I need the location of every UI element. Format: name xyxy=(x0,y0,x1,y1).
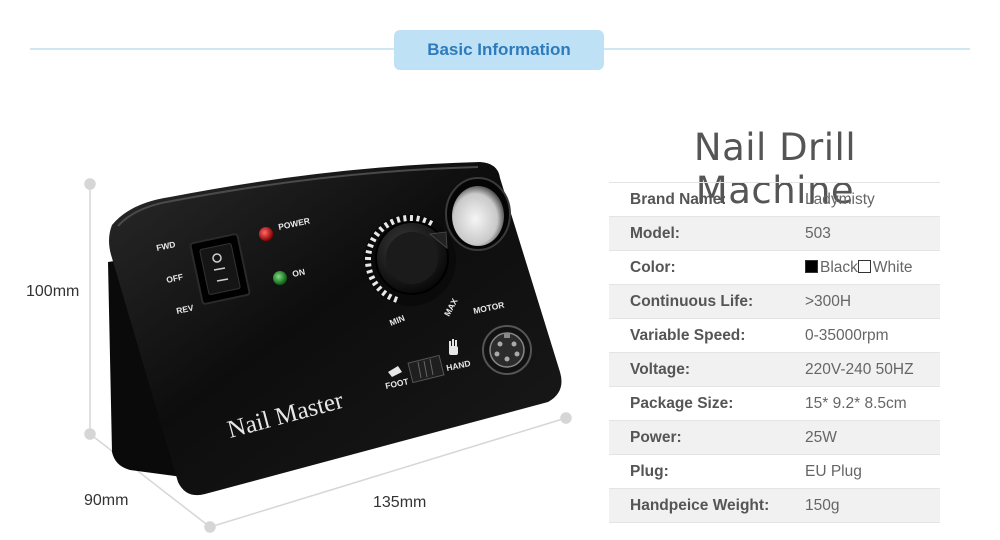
spec-row: Brand Name: Ladymisty xyxy=(609,182,940,217)
nail-drill-device: FWD OFF REV POWER ON MIN MAX MOTOR FOOT … xyxy=(108,162,562,496)
speed-dial xyxy=(364,214,456,306)
power-led-icon xyxy=(259,227,273,241)
spec-value: 503 xyxy=(805,216,940,251)
depth-dimension: 90mm xyxy=(84,492,129,509)
dial-tick xyxy=(365,263,372,267)
handpiece-holder xyxy=(445,177,511,251)
spec-value: EU Plug xyxy=(805,454,940,489)
spec-row: Power: 25W xyxy=(609,420,940,455)
spec-value: 25W xyxy=(805,420,940,455)
dial-tick xyxy=(393,296,399,303)
spec-table-body: Brand Name: Ladymisty Model: 503 Color: Black… xyxy=(609,182,940,523)
on-led-icon xyxy=(273,271,287,285)
spec-label: Color: xyxy=(609,250,805,285)
height-dimension: 100mm xyxy=(26,283,80,300)
spec-label: Continuous Life: xyxy=(609,284,805,319)
spec-row: Package Size: 15* 9.2* 8.5cm xyxy=(609,386,940,421)
spec-row: Voltage: 220V-240 50HZ xyxy=(609,352,940,387)
spec-row: Handpeice Weight: 150g xyxy=(609,488,940,523)
spec-label: Voltage: xyxy=(609,352,805,387)
spec-label: Model: xyxy=(609,216,805,251)
dial-tick xyxy=(367,243,374,249)
spec-value: >300H xyxy=(805,284,940,319)
dial-tick xyxy=(421,217,427,224)
color-option-label: White xyxy=(872,258,913,276)
spec-label: Plug: xyxy=(609,454,805,489)
spec-row: Color: Black White xyxy=(609,250,940,285)
width-dimension: 135mm xyxy=(373,494,427,511)
spec-row: Continuous Life: >300H xyxy=(609,284,940,319)
color-swatch-icon xyxy=(805,259,818,273)
dial-tick xyxy=(365,249,373,255)
spec-row: Plug: EU Plug xyxy=(609,454,940,489)
color-option-label: Black xyxy=(820,258,858,276)
spec-label: Handpeice Weight: xyxy=(609,488,805,523)
spec-value: Black White xyxy=(805,250,940,285)
motor-socket xyxy=(482,325,532,375)
dial-tick xyxy=(366,269,373,274)
dial-tick xyxy=(403,215,407,222)
hand-icon xyxy=(449,339,458,355)
spec-label: Brand Name: xyxy=(609,182,805,217)
spec-value: Ladymisty xyxy=(805,182,940,217)
spec-value: 220V-240 50HZ xyxy=(805,352,940,387)
spec-value: 0-35000rpm xyxy=(805,318,940,353)
spec-table: Brand Name: Ladymisty Model: 503 Color: Black… xyxy=(609,182,940,523)
spec-value: 150g xyxy=(805,488,940,523)
spec-value: 15* 9.2* 8.5cm xyxy=(805,386,940,421)
spec-label: Package Size: xyxy=(609,386,805,421)
spec-label: Power: xyxy=(609,420,805,455)
spec-row: Variable Speed: 0-35000rpm xyxy=(609,318,940,353)
spec-row: Model: 503 xyxy=(609,216,940,251)
color-swatch-icon xyxy=(857,259,871,273)
dial-tick xyxy=(396,216,401,223)
spec-label: Variable Speed: xyxy=(609,318,805,353)
dial-tick xyxy=(415,215,421,223)
